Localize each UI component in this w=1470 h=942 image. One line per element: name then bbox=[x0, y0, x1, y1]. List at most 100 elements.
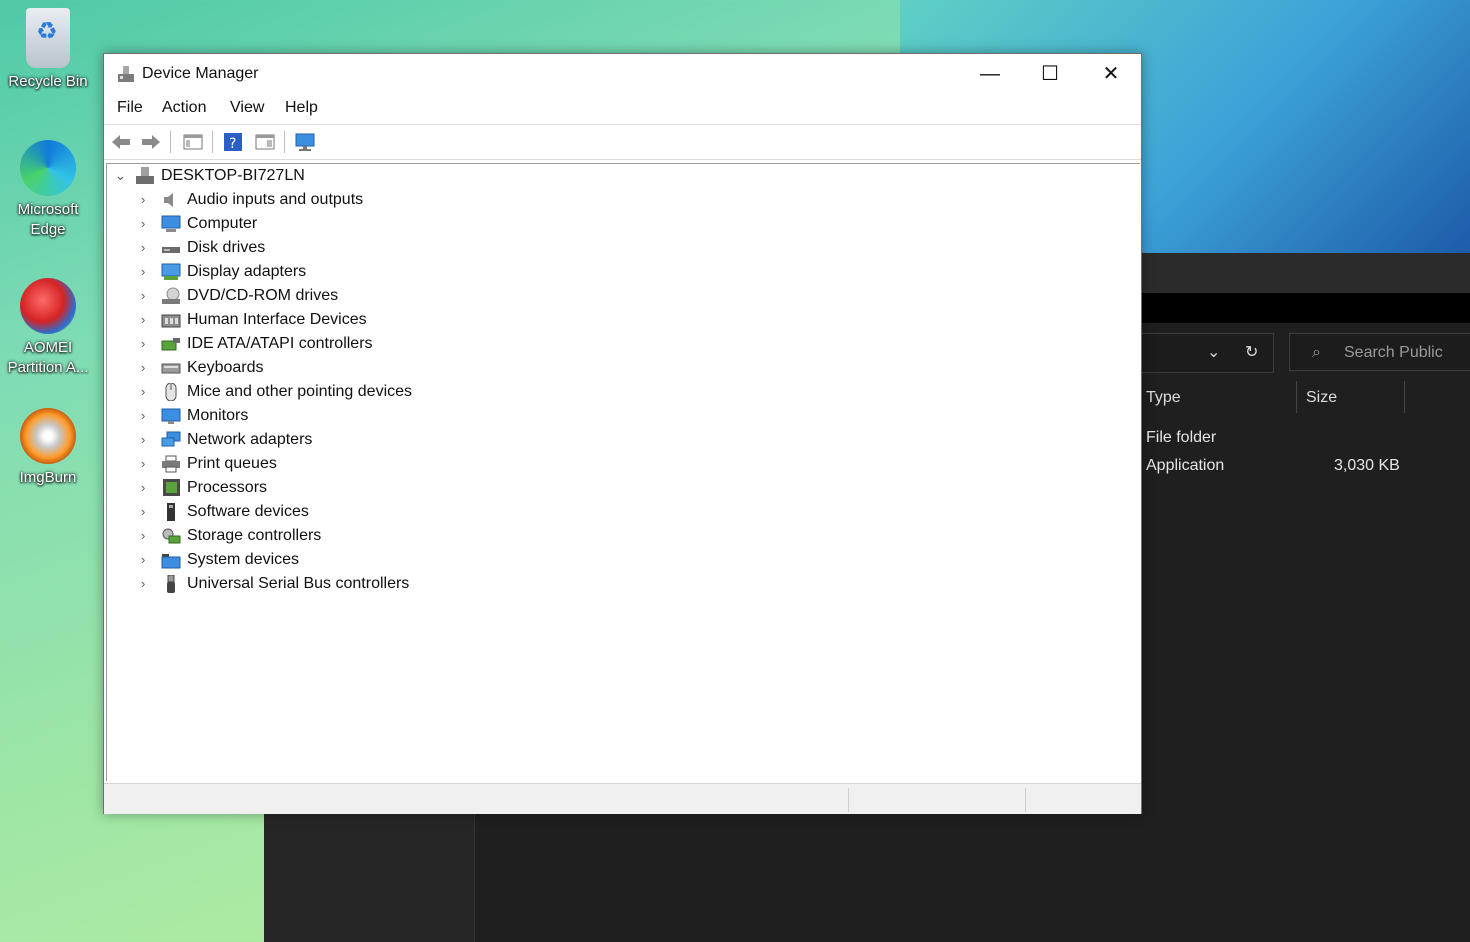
svg-text:?: ? bbox=[229, 136, 236, 152]
imgburn-icon bbox=[20, 408, 76, 464]
tree-item-display-adapters[interactable]: › Display adapters bbox=[141, 260, 741, 284]
desktop-icon-label: AOMEI Partition A... bbox=[7, 339, 89, 376]
menu-help[interactable]: Help bbox=[285, 99, 318, 117]
chevron-right-icon[interactable]: › bbox=[141, 476, 155, 500]
toolbar: ? bbox=[104, 124, 1141, 160]
speaker-icon bbox=[164, 193, 173, 207]
menu-action[interactable]: Action bbox=[162, 99, 206, 117]
disk-drive-icon bbox=[162, 247, 180, 253]
tree-item-label: Mice and other pointing devices bbox=[187, 383, 413, 400]
status-bar-separator bbox=[848, 788, 849, 812]
hid-icon bbox=[161, 314, 181, 328]
tree-item-mice[interactable]: › Mice and other pointing devices bbox=[141, 380, 741, 404]
show-hide-console-tree-icon[interactable] bbox=[182, 131, 204, 153]
tree-item-label: Keyboards bbox=[187, 359, 264, 376]
device-manager-icon bbox=[118, 66, 134, 82]
chevron-down-icon[interactable]: ⌄ bbox=[115, 164, 129, 188]
help-icon[interactable]: ? bbox=[222, 131, 244, 153]
tree-item-software-devices[interactable]: › Software devices bbox=[141, 500, 741, 524]
device-manager-window: Device Manager — ☐ ✕ File Action View He… bbox=[103, 53, 1142, 814]
toolbar-separator bbox=[170, 131, 171, 153]
chevron-right-icon[interactable]: › bbox=[141, 260, 155, 284]
tree-item-label: Human Interface Devices bbox=[187, 311, 367, 328]
close-button[interactable]: ✕ bbox=[1081, 54, 1141, 94]
tree-item-label: Print queues bbox=[187, 455, 277, 472]
menu-view[interactable]: View bbox=[230, 99, 264, 117]
column-separator[interactable] bbox=[1404, 381, 1405, 413]
refresh-icon[interactable]: ↻ bbox=[1245, 342, 1258, 362]
edge-icon bbox=[20, 140, 76, 196]
forward-arrow-icon[interactable] bbox=[140, 131, 162, 153]
desktop-icon-edge[interactable]: Microsoft Edge bbox=[2, 140, 94, 240]
minimize-button[interactable]: — bbox=[960, 54, 1020, 94]
chevron-right-icon[interactable]: › bbox=[141, 284, 155, 308]
tree-item-ide-controllers[interactable]: › IDE ATA/ATAPI controllers bbox=[141, 332, 741, 356]
tree-root-label: DESKTOP-BI727LN bbox=[161, 167, 305, 184]
keyboard-icon bbox=[161, 363, 181, 374]
chevron-right-icon[interactable]: › bbox=[141, 212, 155, 236]
title-bar[interactable]: Device Manager — ☐ ✕ bbox=[104, 54, 1141, 94]
back-arrow-icon[interactable] bbox=[110, 131, 132, 153]
ide-controller-icon bbox=[161, 338, 180, 351]
desktop-icon-aomei[interactable]: AOMEI Partition A... bbox=[2, 278, 94, 378]
file-size-cell: 3,030 KB bbox=[1334, 457, 1400, 474]
device-tree: ⌄ DESKTOP-BI727LN › Audio inputs and out… bbox=[106, 163, 1140, 781]
chevron-right-icon[interactable]: › bbox=[141, 332, 155, 356]
tree-item-storage-controllers[interactable]: › Storage controllers bbox=[141, 524, 741, 548]
tree-item-processors[interactable]: › Processors bbox=[141, 476, 741, 500]
desktop-icon-imgburn[interactable]: ImgBurn bbox=[2, 408, 94, 488]
chevron-right-icon[interactable]: › bbox=[141, 500, 155, 524]
tree-item-usb-controllers[interactable]: › Universal Serial Bus controllers bbox=[141, 572, 741, 596]
chevron-right-icon[interactable]: › bbox=[141, 572, 155, 596]
explorer-nav-pane bbox=[264, 813, 475, 942]
tree-item-label: Disk drives bbox=[187, 239, 266, 256]
tree-item-system-devices[interactable]: › System devices bbox=[141, 548, 741, 572]
computer-root-icon bbox=[136, 167, 154, 184]
software-device-icon bbox=[167, 503, 175, 521]
tree-item-computer[interactable]: › Computer bbox=[141, 212, 741, 236]
tree-root[interactable]: ⌄ DESKTOP-BI727LN bbox=[115, 164, 515, 188]
chevron-right-icon[interactable]: › bbox=[141, 356, 155, 380]
tree-item-label: Processors bbox=[187, 479, 268, 496]
computer-icon bbox=[161, 215, 181, 232]
tree-item-label: Computer bbox=[187, 215, 258, 232]
toolbar-separator bbox=[212, 131, 213, 153]
tree-item-label: DVD/CD-ROM drives bbox=[187, 287, 339, 304]
scan-hardware-icon[interactable] bbox=[294, 131, 316, 153]
desktop-icon-recycle-bin[interactable]: Recycle Bin bbox=[2, 8, 94, 92]
menu-file[interactable]: File bbox=[117, 99, 143, 117]
tree-item-audio[interactable]: › Audio inputs and outputs bbox=[141, 188, 741, 212]
chevron-right-icon[interactable]: › bbox=[141, 380, 155, 404]
column-separator[interactable] bbox=[1296, 381, 1297, 413]
tree-item-label: IDE ATA/ATAPI controllers bbox=[187, 335, 373, 352]
tree-item-label: Software devices bbox=[187, 503, 309, 520]
chevron-right-icon[interactable]: › bbox=[141, 404, 155, 428]
address-bar-controls[interactable]: ⌄ ↻ bbox=[1134, 333, 1274, 373]
tree-item-keyboards[interactable]: › Keyboards bbox=[141, 356, 741, 380]
chevron-right-icon[interactable]: › bbox=[141, 188, 155, 212]
maximize-button[interactable]: ☐ bbox=[1020, 54, 1080, 94]
search-input[interactable]: ⌕ Search Public bbox=[1289, 333, 1470, 371]
chevron-right-icon[interactable]: › bbox=[141, 428, 155, 452]
chevron-right-icon[interactable]: › bbox=[141, 548, 155, 572]
tree-item-hid[interactable]: › Human Interface Devices bbox=[141, 308, 741, 332]
tree-item-label: Display adapters bbox=[187, 263, 307, 280]
menu-bar: File Action View Help bbox=[104, 96, 1141, 122]
tree-item-monitors[interactable]: › Monitors bbox=[141, 404, 741, 428]
tree-item-label: Monitors bbox=[187, 407, 249, 424]
monitor-icon bbox=[161, 408, 181, 424]
chevron-right-icon[interactable]: › bbox=[141, 236, 155, 260]
tree-item-dvd-drives[interactable]: › DVD/CD-ROM drives bbox=[141, 284, 741, 308]
column-header-size[interactable]: Size bbox=[1306, 389, 1337, 407]
properties-pane-icon[interactable] bbox=[254, 131, 276, 153]
tree-item-disk-drives[interactable]: › Disk drives bbox=[141, 236, 741, 260]
system-devices-icon bbox=[161, 554, 181, 569]
tree-item-network-adapters[interactable]: › Network adapters bbox=[141, 428, 741, 452]
chevron-down-icon[interactable]: ⌄ bbox=[1207, 342, 1220, 362]
chevron-right-icon[interactable]: › bbox=[141, 452, 155, 476]
tree-item-print-queues[interactable]: › Print queues bbox=[141, 452, 741, 476]
chevron-right-icon[interactable]: › bbox=[141, 524, 155, 548]
chevron-right-icon[interactable]: › bbox=[141, 308, 155, 332]
tree-item-label: Audio inputs and outputs bbox=[187, 191, 364, 208]
column-header-type[interactable]: Type bbox=[1146, 389, 1181, 407]
